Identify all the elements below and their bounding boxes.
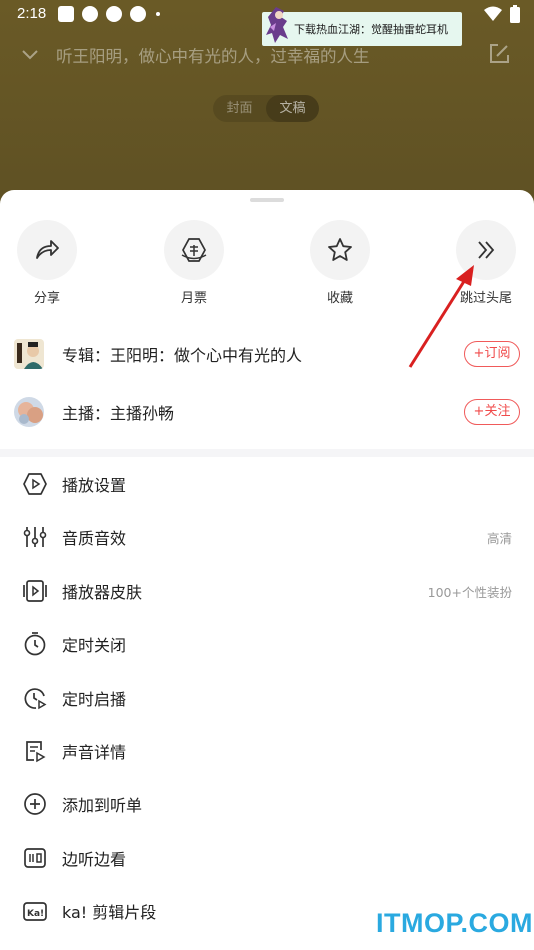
game-character-icon — [266, 7, 288, 43]
menu-label: ka! 剪辑片段 — [62, 903, 157, 923]
menu-label: 声音详情 — [62, 742, 127, 762]
more-notifications-icon — [156, 12, 160, 16]
system-status-icons — [484, 5, 520, 23]
status-time: 2:18 — [17, 5, 47, 22]
tab-cover[interactable]: 封面 — [213, 95, 266, 122]
menu-item-timed-start[interactable]: 定时启播 — [0, 670, 534, 723]
svg-text:Ka!: Ka! — [27, 909, 44, 919]
menu-item-sound-quality[interactable]: 音质音效 高清 — [0, 509, 534, 562]
menu-label: 播放器皮肤 — [62, 582, 143, 602]
menu-item-player-skin[interactable]: 播放器皮肤 100+个性装扮 — [0, 563, 534, 616]
menu-label: 音质音效 — [62, 529, 127, 549]
menu-label: 添加到听单 — [62, 796, 143, 816]
album-row[interactable]: 专辑：王阳明：做个心中有光的人 +订阅 — [0, 329, 534, 379]
notification-icons — [58, 6, 160, 22]
equalizer-icon — [23, 527, 47, 548]
ad-text: 下载热血江湖：觉醒抽雷蛇耳机 — [294, 23, 448, 36]
notification-app-icon — [106, 6, 122, 22]
tab-transcript[interactable]: 文稿 — [266, 95, 319, 122]
menu-label: 播放设置 — [62, 476, 127, 495]
chevron-down-icon[interactable] — [20, 44, 40, 64]
timed-start-icon — [24, 687, 47, 709]
watermark: ITMOP.COM — [376, 908, 534, 938]
star-icon — [328, 238, 352, 261]
details-icon — [26, 741, 46, 763]
skip-label: 跳过头尾 — [459, 291, 512, 306]
menu-item-sleep-timer[interactable]: 定时关闭 — [0, 616, 534, 669]
ticket-icon — [181, 238, 207, 262]
favorite-label: 收藏 — [326, 291, 353, 306]
menu-item-play-settings[interactable]: 播放设置 — [0, 456, 534, 509]
host-name: 主播：主播孙畅 — [62, 404, 175, 423]
menu-item-sound-details[interactable]: 声音详情 — [0, 723, 534, 776]
wifi-icon — [484, 6, 502, 21]
favorite-button[interactable]: 收藏 — [300, 220, 380, 306]
menu-label: 定时关闭 — [62, 636, 127, 656]
notification-square-icon — [58, 6, 74, 22]
edit-icon[interactable] — [488, 43, 510, 65]
dimmed-player-background[interactable]: 2:18 下载热血江湖：觉醒抽雷蛇耳机 听王阳明，做心中有光的人，过幸福的人生 … — [0, 0, 534, 200]
timer-icon — [24, 632, 46, 656]
avatar — [14, 397, 44, 427]
track-title: 听王阳明，做心中有光的人，过幸福的人生 — [56, 47, 370, 66]
menu-item-add-to-list[interactable]: 添加到听单 — [0, 776, 534, 829]
menu-label: 定时启播 — [62, 689, 127, 709]
cover-text-switch: 封面 文稿 — [213, 95, 319, 122]
listen-read-icon — [24, 847, 46, 868]
add-icon — [24, 793, 46, 816]
album-cover — [14, 339, 44, 369]
ticket-label: 月票 — [180, 291, 207, 306]
follow-button[interactable]: +关注 — [464, 399, 520, 425]
notification-app-icon — [82, 6, 98, 22]
host-row[interactable]: 主播：主播孙畅 +关注 — [0, 387, 534, 437]
quick-actions: 分享 月票 收藏 跳过头尾 — [0, 220, 534, 310]
play-settings-icon — [23, 473, 47, 495]
menu-value: 100+个性装扮 — [427, 584, 512, 600]
subscribe-button[interactable]: +订阅 — [464, 341, 520, 367]
monthly-ticket-button[interactable]: 月票 — [154, 220, 234, 306]
skip-icon — [478, 241, 495, 259]
skin-icon — [23, 579, 47, 602]
share-button[interactable]: 分享 — [7, 220, 87, 306]
menu-label: 边听边看 — [62, 849, 127, 869]
skip-intro-outro-button[interactable]: 跳过头尾 — [446, 220, 526, 306]
player-header: 听王阳明，做心中有光的人，过幸福的人生 — [0, 40, 534, 70]
album-name: 专辑：王阳明：做个心中有光的人 — [62, 346, 303, 365]
drag-handle[interactable] — [250, 198, 284, 202]
menu-item-listen-and-read[interactable]: 边听边看 — [0, 830, 534, 883]
battery-icon — [510, 5, 520, 23]
notification-app-icon — [130, 6, 146, 22]
clip-icon: Ka! — [23, 902, 47, 921]
settings-menu: 播放设置 音质音效 高清 播放器皮肤 100+个性装扮 定时关闭 定时启播 声音… — [0, 456, 534, 937]
share-label: 分享 — [33, 291, 60, 306]
menu-value: 高清 — [486, 531, 512, 547]
more-actions-sheet: 分享 月票 收藏 跳过头尾 专辑：王阳明：做个心中有光的人 +订阅 主播：主播孙… — [0, 190, 534, 950]
share-icon — [36, 240, 59, 259]
